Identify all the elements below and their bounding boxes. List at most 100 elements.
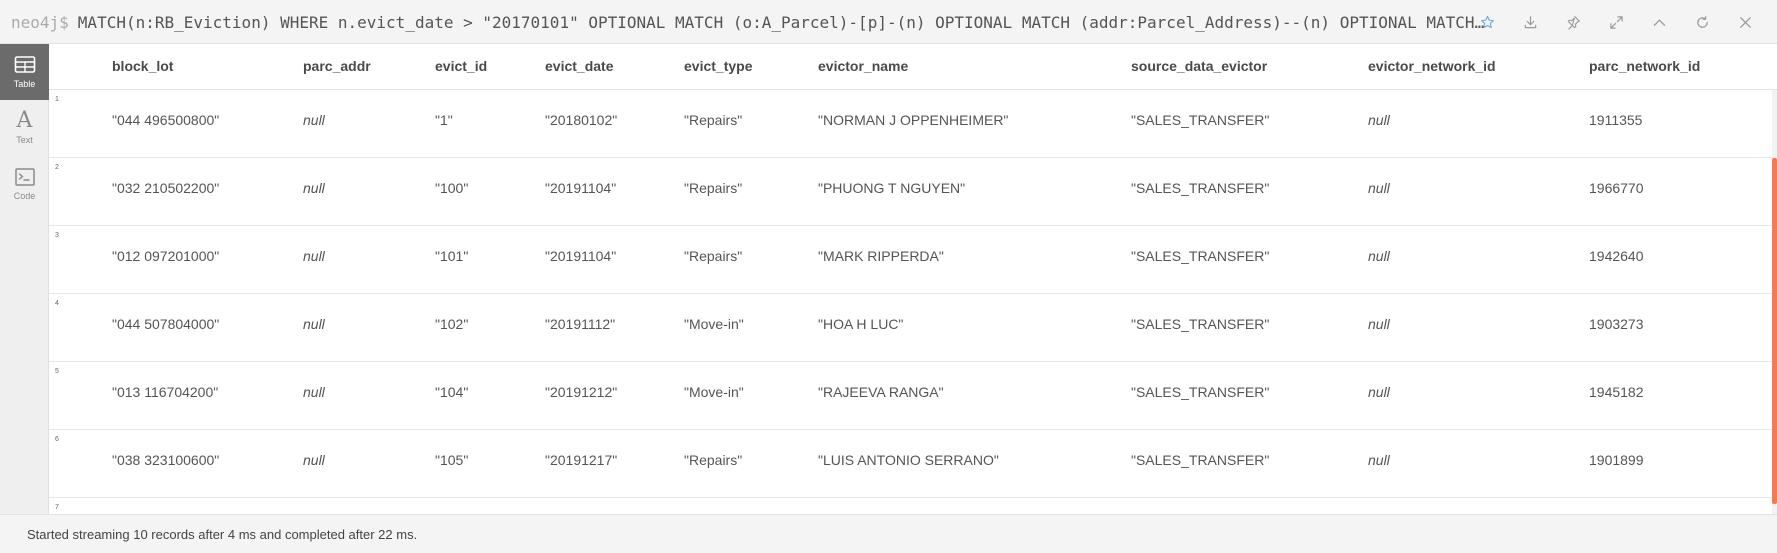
cell-evictor-name: "LUIS ANTONIO SERRANO"	[818, 452, 999, 468]
cell-parc-addr: null	[303, 180, 325, 196]
close-icon	[1740, 16, 1751, 28]
cell-block-lot: "013 116704200"	[112, 384, 219, 400]
download-button[interactable]	[1509, 0, 1552, 44]
table-row[interactable]: 5 "013 116704200" null "104" "20191212" …	[49, 362, 1777, 430]
cell-evict-id: "101"	[435, 248, 469, 264]
cell-evict-id: "105"	[435, 452, 469, 468]
view-sidebar: Table A Text Code	[0, 44, 49, 514]
pin-icon	[1567, 15, 1580, 30]
tab-text-label: Text	[16, 135, 33, 145]
download-icon	[1524, 15, 1537, 28]
refresh-icon	[1697, 15, 1708, 28]
text-icon: A	[16, 108, 33, 133]
query-text[interactable]: MATCH(n:RB_Eviction) WHERE n.evict_date …	[78, 13, 1486, 32]
frame-actions	[1466, 0, 1767, 44]
column-header-evict-id[interactable]: evict_id	[435, 44, 487, 90]
cell-evict-date: "20191217"	[545, 452, 618, 468]
column-header-parc-network-id[interactable]: parc_network_id	[1589, 44, 1700, 90]
column-header-block-lot[interactable]: block_lot	[112, 44, 173, 90]
tab-text[interactable]: A Text	[0, 100, 49, 156]
column-header-source-data-evictor[interactable]: source_data_evictor	[1131, 44, 1267, 90]
table-row[interactable]: 4 "044 507804000" null "102" "20191112" …	[49, 294, 1777, 362]
cell-evictor-network-id: null	[1368, 248, 1390, 264]
table-row[interactable]: 3 "012 097201000" null "101" "20191104" …	[49, 226, 1777, 294]
cell-parc-network-id: 1903273	[1589, 316, 1644, 332]
query-editor[interactable]: neo4j$ MATCH(n:RB_Eviction) WHERE n.evic…	[11, 0, 1486, 44]
row-index: 4	[55, 300, 59, 307]
cell-source-data-evictor: "SALES_TRANSFER"	[1131, 248, 1270, 264]
cell-block-lot: "012 097201000"	[112, 248, 220, 264]
cell-evictor-name: "RAJEEVA RANGA"	[818, 384, 944, 400]
fullscreen-button[interactable]	[1595, 0, 1638, 44]
rerun-button[interactable]	[1681, 0, 1724, 44]
close-button[interactable]	[1724, 0, 1767, 44]
table-row[interactable]: 2 "032 210502200" null "100" "20191104" …	[49, 158, 1777, 226]
cell-evict-type: "Move-in"	[684, 384, 744, 400]
cell-block-lot: "044 507804000"	[112, 316, 220, 332]
cell-evict-date: "20191104"	[545, 248, 617, 264]
cell-evictor-name: "PHUONG T NGUYEN"	[818, 180, 966, 196]
row-index: 2	[55, 164, 59, 171]
expand-icon	[1610, 15, 1623, 29]
code-icon	[14, 168, 35, 186]
table-row[interactable]: 7	[49, 498, 1777, 514]
cell-source-data-evictor: "SALES_TRANSFER"	[1131, 384, 1270, 400]
tab-code[interactable]: Code	[0, 156, 49, 212]
tab-table-label: Table	[13, 79, 36, 89]
cell-evictor-name: "MARK RIPPERDA"	[818, 248, 944, 264]
cell-evict-date: "20180102"	[545, 112, 618, 128]
cell-evict-type: "Move-in"	[684, 316, 744, 332]
cell-source-data-evictor: "SALES_TRANSFER"	[1131, 452, 1270, 468]
cell-evict-id: "104"	[435, 384, 469, 400]
cell-evictor-network-id: null	[1368, 112, 1390, 128]
cell-parc-network-id: 1942640	[1589, 248, 1644, 264]
table-header: block_lot parc_addr evict_id evict_date …	[49, 44, 1777, 90]
cell-evictor-network-id: null	[1368, 384, 1390, 400]
cell-parc-addr: null	[303, 316, 325, 332]
chevron-up-icon	[1653, 19, 1666, 26]
cell-parc-network-id: 1911355	[1589, 112, 1643, 128]
tab-table[interactable]: Table	[0, 44, 49, 100]
vertical-scrollbar[interactable]	[1772, 90, 1777, 514]
table-row[interactable]: 1 "044 496500800" null "1" "20180102" "R…	[49, 90, 1777, 158]
column-header-evictor-name[interactable]: evictor_name	[818, 44, 908, 90]
cell-block-lot: "032 210502200"	[112, 180, 220, 196]
pin-button[interactable]	[1552, 0, 1595, 44]
cell-parc-addr: null	[303, 452, 325, 468]
tab-code-label: Code	[13, 191, 36, 201]
scrollbar-thumb[interactable]	[1772, 158, 1777, 504]
status-bar: Started streaming 10 records after 4 ms …	[0, 514, 1777, 553]
cell-evict-date: "20191112"	[545, 316, 616, 332]
row-index: 1	[55, 96, 59, 103]
cell-evict-id: "1"	[435, 112, 453, 128]
collapse-button[interactable]	[1638, 0, 1681, 44]
row-index: 7	[55, 504, 59, 511]
row-index: 3	[55, 232, 59, 239]
column-header-evictor-network-id[interactable]: evictor_network_id	[1368, 44, 1496, 90]
cell-parc-addr: null	[303, 384, 325, 400]
query-prompt: neo4j$	[11, 12, 69, 32]
cell-source-data-evictor: "SALES_TRANSFER"	[1131, 112, 1270, 128]
column-header-evict-date[interactable]: evict_date	[545, 44, 613, 90]
cell-evict-id: "100"	[435, 180, 469, 196]
favorite-button[interactable]	[1466, 0, 1509, 44]
cell-evict-id: "102"	[435, 316, 469, 332]
cell-parc-addr: null	[303, 112, 325, 128]
column-header-parc-addr[interactable]: parc_addr	[303, 44, 371, 90]
cell-source-data-evictor: "SALES_TRANSFER"	[1131, 316, 1270, 332]
row-index: 6	[55, 436, 59, 443]
cell-evict-type: "Repairs"	[684, 452, 743, 468]
column-header-evict-type[interactable]: evict_type	[684, 44, 752, 90]
cell-block-lot: "038 323100600"	[112, 452, 220, 468]
cell-evict-date: "20191212"	[545, 384, 618, 400]
cell-parc-network-id: 1945182	[1589, 384, 1644, 400]
query-bar: neo4j$ MATCH(n:RB_Eviction) WHERE n.evic…	[0, 0, 1777, 44]
cell-evictor-network-id: null	[1368, 180, 1390, 196]
cell-block-lot: "044 496500800"	[112, 112, 220, 128]
row-index: 5	[55, 368, 59, 375]
cell-evict-date: "20191104"	[545, 180, 617, 196]
cell-evict-type: "Repairs"	[684, 180, 743, 196]
table-row[interactable]: 6 "038 323100600" null "105" "20191217" …	[49, 430, 1777, 498]
cell-parc-network-id: 1901899	[1589, 452, 1644, 468]
cell-evict-type: "Repairs"	[684, 248, 743, 264]
